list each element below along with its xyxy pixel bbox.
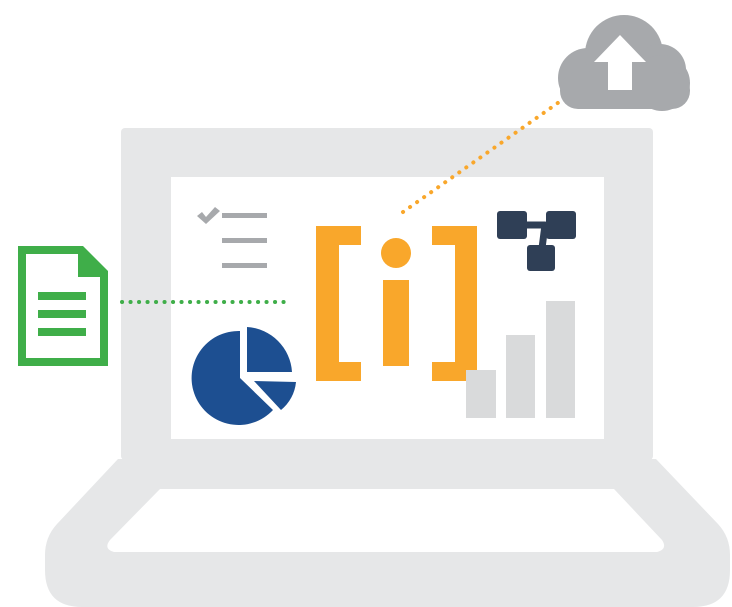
cloud-upload-icon — [558, 15, 690, 111]
laptop-base — [45, 459, 730, 607]
bar-1 — [466, 370, 496, 418]
illustration-canvas — [18, 15, 730, 607]
info-dot — [381, 238, 411, 268]
document-icon — [18, 246, 108, 366]
illustration — [0, 0, 732, 607]
bar-3 — [546, 301, 575, 418]
info-stem — [383, 280, 409, 366]
laptop-icon — [45, 128, 730, 607]
bar-2 — [506, 335, 535, 418]
